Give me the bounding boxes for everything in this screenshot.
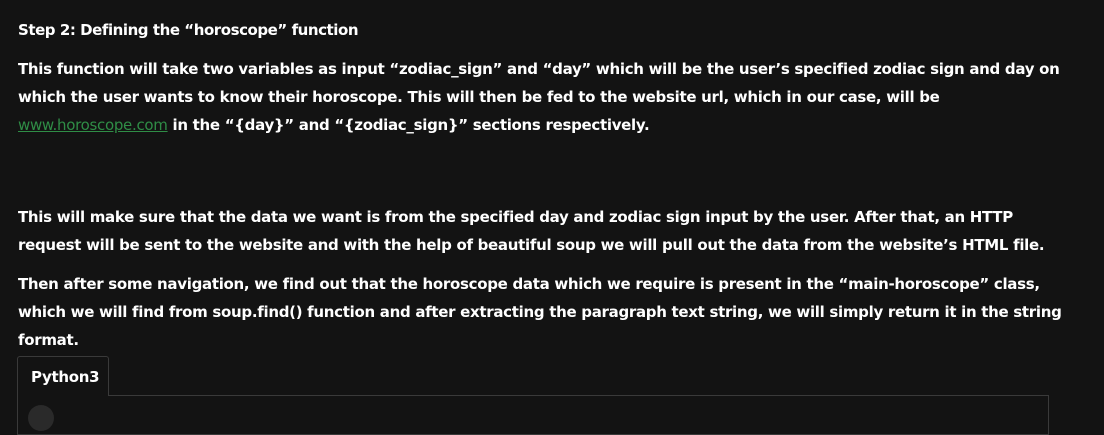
paragraph-text: in the “{day}” and “{zodiac_sign}” secti…	[167, 116, 650, 134]
code-tab-label: Python3	[31, 368, 100, 386]
paragraph-navigation-description: Then after some navigation, we find out …	[18, 275, 1062, 349]
paragraph-function-description: This function will take two variables as…	[18, 55, 1068, 139]
section-heading: Step 2: Defining the “horoscope” functio…	[18, 21, 359, 39]
horoscope-link[interactable]: www.horoscope.com	[18, 116, 168, 134]
code-tab-python3[interactable]: Python3	[17, 356, 109, 396]
paragraph-request-description: This will make sure that the data we wan…	[18, 208, 1045, 254]
code-block	[17, 395, 1049, 435]
paragraph-text: This function will take two variables as…	[18, 60, 1060, 106]
code-run-icon[interactable]	[28, 405, 54, 431]
